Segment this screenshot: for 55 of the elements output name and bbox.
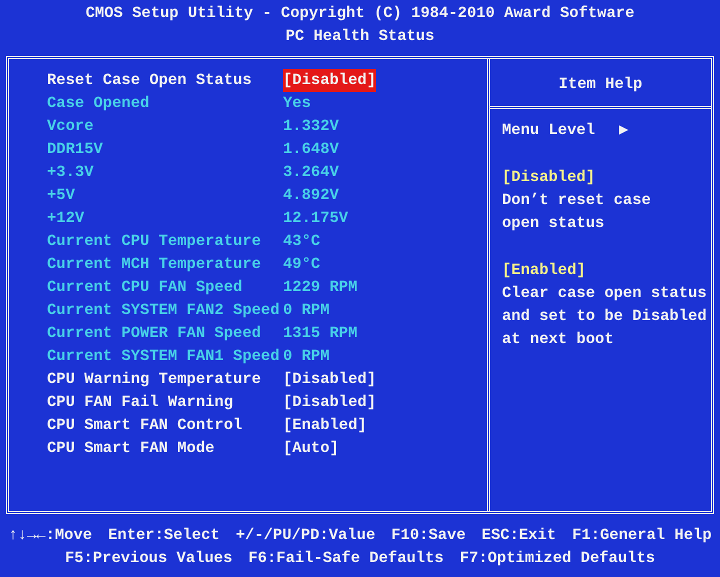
help-text: and set to be Disabled — [502, 307, 707, 325]
reading-value: 43°C — [283, 231, 320, 252]
key-hint: F5:Previous Values — [64, 548, 232, 569]
key-hint: ↑↓→←:Move — [8, 525, 92, 546]
setting-value[interactable]: [Auto] — [283, 437, 339, 460]
setting-label: Current SYSTEM FAN2 Speed — [47, 301, 280, 319]
setting-label: Current POWER FAN Speed — [47, 324, 261, 342]
reading-value: 3.264V — [283, 162, 339, 183]
key-hint: +/-/PU/PD:Value — [236, 525, 376, 546]
key-hint: ESC:Exit — [482, 525, 556, 546]
window-title: CMOS Setup Utility - Copyright (C) 1984-2010 Award Software — [84, 3, 636, 24]
help-heading: [Disabled] — [502, 168, 596, 186]
reading-value: 4.892V — [283, 185, 339, 206]
reading-value: 1.332V — [283, 116, 339, 137]
key-hint: F10:Save — [391, 525, 466, 546]
reading-value: 1229 RPM — [283, 277, 358, 298]
setting-label: Vcore — [47, 117, 94, 135]
setting-label: +3.3V — [47, 163, 94, 181]
setting-label: Current CPU FAN Speed — [47, 278, 242, 296]
key-hint: F7:Optimized Defaults — [460, 548, 656, 569]
key-hint: F1:General Help — [572, 525, 712, 546]
setting-label: Current MCH Temperature — [47, 255, 261, 273]
setting-label[interactable]: CPU Smart FAN Mode — [47, 439, 214, 457]
setting-value[interactable]: [Enabled] — [283, 414, 367, 437]
setting-label[interactable]: CPU Smart FAN Control — [47, 416, 242, 434]
setting-label: DDR15V — [47, 140, 103, 158]
reading-value: 1315 RPM — [283, 323, 358, 344]
setting-label: +12V — [47, 209, 84, 227]
setting-label[interactable]: CPU Warning Temperature — [47, 370, 261, 388]
setting-value[interactable]: [Disabled] — [283, 368, 376, 391]
page-title: PC Health Status — [284, 26, 436, 47]
help-text: Don’t reset case — [502, 191, 651, 209]
help-text: open status — [502, 214, 604, 232]
setting-label[interactable]: Reset Case Open Status — [47, 71, 252, 89]
arrow-icon: ▶ — [619, 119, 628, 142]
help-text: Clear case open status — [502, 284, 707, 302]
setting-label: +5V — [47, 186, 75, 204]
help-text: at next boot — [502, 330, 614, 348]
setting-label: Case Opened — [47, 94, 150, 112]
setting-label: Current SYSTEM FAN1 Speed — [47, 347, 280, 365]
key-hint: Enter:Select — [108, 525, 220, 546]
reading-value: 49°C — [283, 254, 320, 275]
setting-value[interactable]: [Disabled] — [283, 69, 376, 92]
help-heading: [Enabled] — [502, 261, 586, 279]
setting-label[interactable]: CPU FAN Fail Warning — [47, 393, 234, 411]
reading-value: 0 RPM — [283, 346, 330, 367]
help-title: Item Help — [490, 59, 711, 109]
reading-value: 12.175V — [283, 208, 348, 229]
reading-value: 0 RPM — [283, 300, 330, 321]
setting-label: Current CPU Temperature — [47, 232, 261, 250]
menu-level-label: Menu Level — [502, 120, 596, 141]
reading-value: Yes — [283, 93, 311, 114]
reading-value: 1.648V — [283, 139, 339, 160]
key-hint: F6:Fail-Safe Defaults — [248, 548, 444, 569]
setting-value[interactable]: [Disabled] — [283, 391, 376, 414]
